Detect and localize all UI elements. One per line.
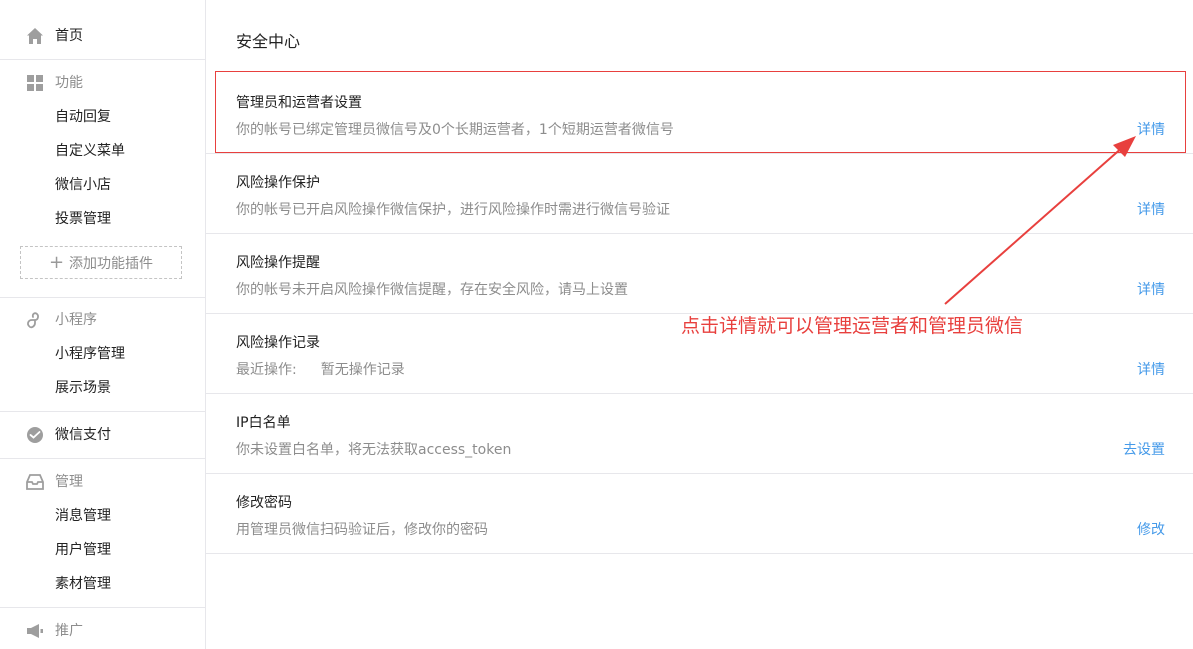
row-description: 用管理员微信扫码验证后，修改你的密码 bbox=[236, 522, 488, 538]
row-title: 风险操作保护 bbox=[236, 175, 320, 191]
inbox-icon bbox=[26, 474, 44, 490]
security-row-risk-protection: 风险操作保护 你的帐号已开启风险操作微信保护，进行风险操作时需进行微信号验证 详… bbox=[206, 154, 1193, 234]
recent-ops-value: 暂无操作记录 bbox=[320, 362, 405, 378]
add-plugin-button[interactable]: + 添加功能插件 bbox=[20, 246, 182, 279]
details-link[interactable]: 详情 bbox=[1137, 201, 1165, 219]
row-title: 风险操作记录 bbox=[236, 335, 320, 351]
modify-link[interactable]: 修改 bbox=[1137, 521, 1165, 539]
sidebar-item-display-scene[interactable]: 展示场景 bbox=[55, 379, 111, 397]
sidebar-item-auto-reply[interactable]: 自动回复 bbox=[55, 108, 111, 126]
sidebar-section-features[interactable]: 功能 bbox=[0, 71, 205, 95]
sidebar-item-vote-manage[interactable]: 投票管理 bbox=[55, 210, 111, 228]
page-title: 安全中心 bbox=[236, 32, 301, 51]
sidebar-item-user-manage[interactable]: 用户管理 bbox=[55, 541, 111, 559]
sidebar-divider bbox=[0, 607, 205, 608]
row-description: 你的帐号未开启风险操作微信提醒，存在安全风险，请马上设置 bbox=[236, 282, 628, 298]
sidebar-item-message-manage[interactable]: 消息管理 bbox=[55, 507, 111, 525]
security-row-ip-whitelist: IP白名单 你未设置白名单，将无法获取access_token 去设置 bbox=[206, 394, 1193, 474]
sidebar: 首页 功能 自动回复 自定义菜单 微信小店 投票管理 + 添加功能插件 小程序 … bbox=[0, 0, 206, 649]
security-row-admin-operator: 管理员和运营者设置 你的帐号已绑定管理员微信号及0个长期运营者，1个短期运营者微… bbox=[206, 74, 1193, 154]
details-link[interactable]: 详情 bbox=[1137, 281, 1165, 299]
sidebar-section-manage-label: 管理 bbox=[55, 474, 83, 490]
row-title: 修改密码 bbox=[236, 495, 292, 511]
setup-link[interactable]: 去设置 bbox=[1123, 441, 1165, 459]
home-icon bbox=[27, 28, 43, 44]
sidebar-section-manage[interactable]: 管理 bbox=[0, 470, 205, 494]
security-row-change-password: 修改密码 用管理员微信扫码验证后，修改你的密码 修改 bbox=[206, 474, 1193, 554]
sidebar-item-material-manage[interactable]: 素材管理 bbox=[55, 575, 111, 593]
sidebar-section-mini-program-label: 小程序 bbox=[55, 312, 97, 328]
sidebar-divider bbox=[0, 59, 205, 60]
row-description: 你的帐号已开启风险操作微信保护，进行风险操作时需进行微信号验证 bbox=[236, 202, 670, 218]
sidebar-divider bbox=[0, 458, 205, 459]
row-description: 你的帐号已绑定管理员微信号及0个长期运营者，1个短期运营者微信号 bbox=[236, 122, 674, 138]
row-description: 你未设置白名单，将无法获取access_token bbox=[236, 442, 512, 458]
sidebar-item-wechat-pay-label: 微信支付 bbox=[55, 427, 111, 443]
sidebar-item-home[interactable]: 首页 bbox=[0, 24, 205, 48]
sidebar-section-promote[interactable]: 推广 bbox=[0, 619, 205, 643]
details-link[interactable]: 详情 bbox=[1137, 121, 1165, 139]
row-description: 最近操作: 暂无操作记录 bbox=[236, 361, 405, 379]
sidebar-item-wechat-pay[interactable]: 微信支付 bbox=[0, 423, 205, 447]
recent-ops-label: 最近操作: bbox=[236, 362, 297, 378]
annotation-text: 点击详情就可以管理运营者和管理员微信 bbox=[681, 315, 1024, 337]
grid-icon bbox=[27, 75, 43, 91]
plus-icon: + bbox=[48, 251, 65, 273]
row-title: 管理员和运营者设置 bbox=[236, 95, 362, 111]
sidebar-item-custom-menu[interactable]: 自定义菜单 bbox=[55, 142, 125, 160]
sidebar-item-mini-program-manage[interactable]: 小程序管理 bbox=[55, 345, 125, 363]
details-link[interactable]: 详情 bbox=[1137, 361, 1165, 379]
sidebar-item-home-label: 首页 bbox=[55, 28, 83, 44]
sidebar-divider bbox=[0, 297, 205, 298]
wechat-pay-icon bbox=[27, 427, 43, 443]
sidebar-section-features-label: 功能 bbox=[55, 75, 83, 91]
row-title: 风险操作提醒 bbox=[236, 255, 320, 271]
row-title: IP白名单 bbox=[236, 415, 291, 431]
sidebar-divider bbox=[0, 411, 205, 412]
sidebar-section-mini-program[interactable]: 小程序 bbox=[0, 308, 205, 332]
sidebar-item-wechat-store[interactable]: 微信小店 bbox=[55, 176, 111, 194]
sidebar-section-promote-label: 推广 bbox=[55, 623, 83, 639]
mini-program-icon bbox=[27, 312, 39, 329]
add-plugin-label: 添加功能插件 bbox=[69, 255, 154, 272]
security-row-risk-reminder: 风险操作提醒 你的帐号未开启风险操作微信提醒，存在安全风险，请马上设置 详情 bbox=[206, 234, 1193, 314]
megaphone-icon bbox=[27, 624, 43, 638]
